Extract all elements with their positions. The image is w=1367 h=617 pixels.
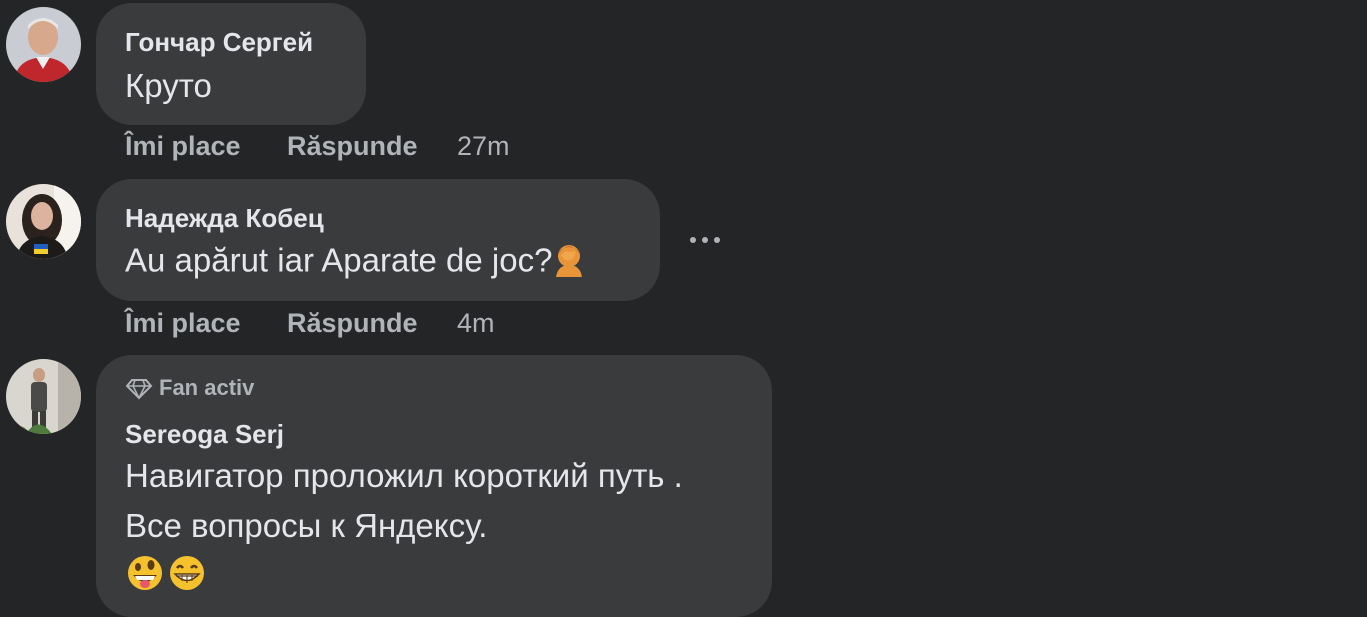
like-button[interactable]: Îmi place: [125, 308, 241, 339]
more-horizontal-icon: [690, 237, 720, 243]
badge-label: Fan activ: [159, 375, 255, 400]
comment-bubble: Надежда Кобец Au apărut iar Aparate de j…: [96, 179, 660, 301]
diamond-icon: [125, 379, 153, 400]
comment-text-line: Навигатор проложил короткий путь .: [125, 457, 683, 494]
grinning-tongue-emoji: [125, 553, 165, 601]
more-options-button[interactable]: [686, 230, 726, 250]
avatar[interactable]: [6, 359, 81, 434]
comment-bubble: Fan activ Sereoga Serj Навигатор проложи…: [96, 355, 772, 617]
reply-button[interactable]: Răspunde: [287, 131, 418, 162]
comment-bubble: Гончар Сергей Круто: [96, 3, 366, 125]
comment-text-content: Au apărut iar Aparate de joc?: [125, 241, 553, 279]
comment-author[interactable]: Надежда Кобец: [125, 203, 324, 234]
comment-timestamp[interactable]: 27m: [457, 131, 510, 162]
facepalm-emoji: [552, 241, 586, 285]
comment-author[interactable]: Гончар Сергей: [125, 27, 313, 58]
avatar[interactable]: [6, 7, 81, 82]
top-fan-badge[interactable]: Fan activ: [125, 375, 254, 401]
like-button[interactable]: Îmi place: [125, 131, 241, 162]
comment-timestamp[interactable]: 4m: [457, 308, 495, 339]
grinning-teeth-emoji: [167, 553, 207, 601]
comment-text: Au apărut iar Aparate de joc?: [125, 241, 586, 285]
reply-button[interactable]: Răspunde: [287, 308, 418, 339]
comment-emojis: [125, 553, 207, 601]
comment-text: Круто: [125, 67, 212, 104]
comment-text-line: Все вопросы к Яндексу.: [125, 507, 488, 544]
avatar[interactable]: [6, 184, 81, 259]
comment-author[interactable]: Sereoga Serj: [125, 419, 284, 450]
